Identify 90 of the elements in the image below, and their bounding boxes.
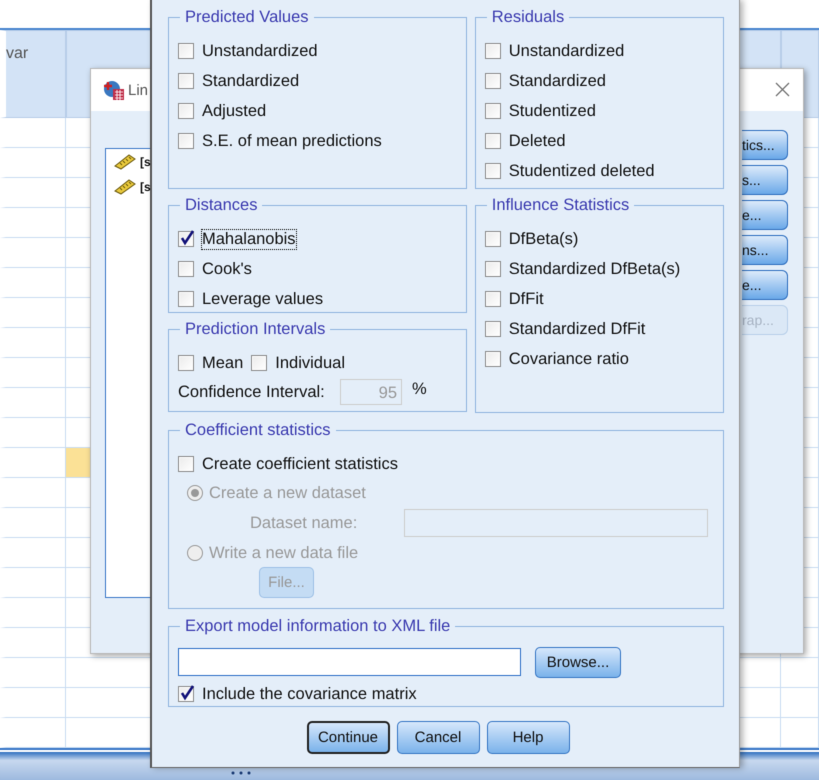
checkbox[interactable] <box>484 321 501 337</box>
grid-cell[interactable] <box>0 238 66 268</box>
grid-cell[interactable] <box>0 118 66 148</box>
checkbox[interactable] <box>484 261 501 277</box>
checkbox-label[interactable]: Studentized deleted <box>508 162 655 180</box>
group-title: Predicted Values <box>184 8 310 27</box>
checkbox[interactable] <box>484 163 501 179</box>
close-icon[interactable] <box>775 82 790 97</box>
ruler-icon <box>114 178 136 194</box>
grid-cell[interactable] <box>0 208 66 238</box>
checkbox-label[interactable]: S.E. of mean predictions <box>202 132 382 150</box>
checkbox-label[interactable]: Standardized <box>202 72 300 90</box>
field-label: Dataset name: <box>250 514 358 532</box>
checkbox[interactable] <box>484 291 501 307</box>
dialog-button[interactable]: Cancel <box>396 721 480 754</box>
grid-cell[interactable] <box>0 328 66 358</box>
variable-name[interactable]: [s <box>140 154 151 168</box>
dialog-button[interactable]: e... <box>742 270 788 300</box>
app-icon <box>103 79 125 101</box>
checkbox[interactable] <box>178 231 194 247</box>
checkbox-label[interactable]: Unstandardized <box>508 42 624 60</box>
grid-cell[interactable] <box>0 148 66 178</box>
dialog-button[interactable]: Continue <box>306 721 390 754</box>
grid-cell[interactable] <box>0 178 66 208</box>
checkbox[interactable] <box>484 43 501 59</box>
grid-cell[interactable] <box>0 568 66 598</box>
grid-cell[interactable] <box>0 658 66 688</box>
grid-cell[interactable] <box>0 358 66 388</box>
checkbox-label[interactable]: Mean <box>202 354 244 372</box>
checkbox-label[interactable]: Leverage values <box>202 290 324 308</box>
unit-label: % <box>412 380 427 398</box>
group-title: Influence Statistics <box>490 196 630 215</box>
checkbox-label[interactable]: DfBeta(s) <box>508 230 578 248</box>
checkbox[interactable] <box>484 231 501 247</box>
group-title: Export model information to XML file <box>184 617 452 636</box>
dialog-button[interactable]: e... <box>742 200 788 230</box>
grid-cell[interactable] <box>0 508 66 538</box>
checkbox[interactable] <box>484 103 501 119</box>
group-title: Distances <box>184 196 258 215</box>
grid-cell[interactable] <box>0 298 66 328</box>
checkbox[interactable] <box>251 355 268 371</box>
checkbox[interactable] <box>178 133 194 149</box>
checkbox[interactable] <box>178 43 194 59</box>
checkbox-label[interactable]: Standardized DfFit <box>508 320 646 338</box>
dialog-button[interactable]: tics... <box>742 130 788 160</box>
group-title: Prediction Intervals <box>184 320 326 339</box>
grid-cell[interactable] <box>0 688 66 718</box>
grid-cell[interactable] <box>0 628 66 658</box>
checkbox[interactable] <box>484 73 501 89</box>
checkbox[interactable] <box>178 261 194 277</box>
input-field[interactable] <box>178 648 521 676</box>
checkbox-label[interactable]: Unstandardized <box>202 42 318 60</box>
checkbox-label[interactable]: Cook's <box>202 260 252 278</box>
checkbox-label[interactable]: Studentized <box>508 102 596 120</box>
dialog-button[interactable]: ns... <box>742 235 788 265</box>
grid-cell[interactable] <box>0 478 66 508</box>
checkbox[interactable] <box>178 686 194 702</box>
grip-icon[interactable] <box>231 771 251 775</box>
grid-cell[interactable] <box>0 598 66 628</box>
variable-name[interactable]: [s <box>140 180 151 194</box>
column-header[interactable]: var <box>0 30 66 118</box>
checkbox[interactable] <box>484 351 501 367</box>
checkbox-label[interactable]: Standardized DfBeta(s) <box>508 260 680 278</box>
grid-cell[interactable] <box>781 658 819 688</box>
grid-cell[interactable] <box>0 538 66 568</box>
checkbox-label[interactable]: Individual <box>275 354 345 372</box>
dialog-button[interactable]: Help <box>486 721 570 754</box>
field-label: Confidence Interval: <box>178 382 326 402</box>
checkbox[interactable] <box>484 133 501 149</box>
checkbox-label[interactable]: Include the covariance matrix <box>202 684 417 704</box>
checkbox[interactable] <box>178 103 194 119</box>
grid-cell[interactable] <box>781 688 819 718</box>
grid-cell[interactable] <box>781 718 819 748</box>
group-title: Residuals <box>490 8 566 27</box>
checkbox[interactable] <box>178 73 194 89</box>
checkbox-label[interactable]: Covariance ratio <box>508 350 629 368</box>
checkbox-label[interactable]: Standardized <box>508 72 606 90</box>
checkbox-label[interactable]: Mahalanobis <box>202 230 296 248</box>
checkbox-label[interactable]: DfFit <box>508 290 544 308</box>
grid-cell[interactable] <box>0 268 66 298</box>
group-title: Coefficient statistics <box>184 421 332 440</box>
grid-cell[interactable] <box>0 388 66 418</box>
checkbox[interactable] <box>178 355 194 371</box>
checkbox-label[interactable]: Deleted <box>508 132 566 150</box>
dialog-button[interactable]: s... <box>742 165 788 195</box>
window-title: Lin <box>128 82 148 98</box>
checkbox[interactable] <box>178 291 194 307</box>
browse-button[interactable]: Browse... <box>535 646 621 678</box>
checkbox-label[interactable]: Adjusted <box>202 102 266 120</box>
ruler-icon <box>114 154 136 170</box>
